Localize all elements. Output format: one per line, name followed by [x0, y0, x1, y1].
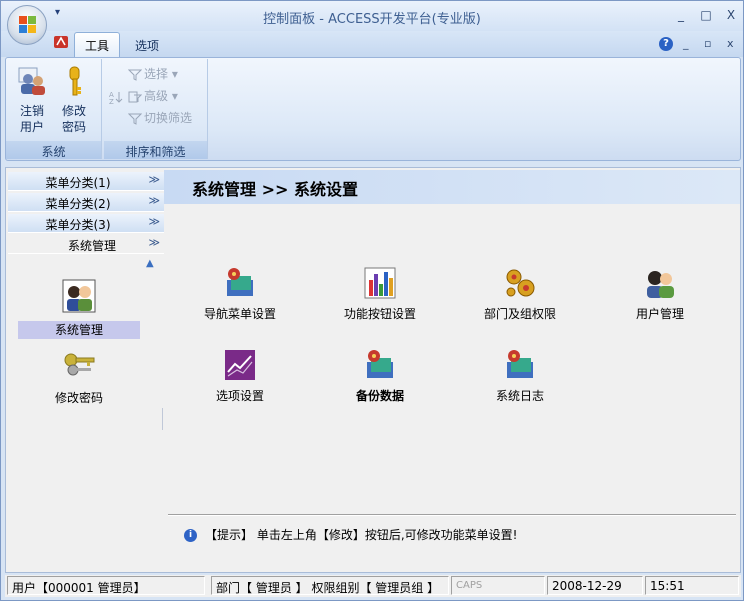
key-icon [69, 66, 81, 96]
scroll-up-icon[interactable]: ▲ [146, 258, 154, 269]
change-password-label-2: 密码 [61, 120, 86, 134]
keys-icon [64, 353, 95, 376]
sidebar-item-change-password[interactable]: 修改密码 [18, 346, 140, 407]
status-user: 用户【000001 管理员】 [7, 576, 205, 595]
sidebar-category-label: 菜单分类(1) [45, 176, 111, 190]
title-bar: ▾ 控制面板 - ACCESS开发平台(专业版) _ □ X [1, 1, 743, 31]
func-dept-group-permissions[interactable]: 部门及组权限 [460, 266, 580, 322]
ribbon-restore-button[interactable]: ▫ [704, 37, 711, 50]
func-label: 部门及组权限 [483, 307, 556, 321]
group-sort-filter-label: 排序和筛选 [104, 141, 207, 159]
sidebar-item-label: 修改密码 [54, 391, 103, 405]
filter-toggle-button[interactable]: 切换筛选 [128, 109, 192, 127]
sidebar: 菜单分类(1) ≫ 菜单分类(2) ≫ 菜单分类(3) ≫ 系统管理 ≫ ▲ 系… [6, 168, 164, 572]
ribbon: 注销 用户 修改 密码 系统 A Z 选择 ▾ 高级 ▾ 切换筛选 排序和筛选 [5, 57, 741, 161]
info-icon: i [184, 529, 197, 542]
office-button[interactable] [7, 5, 47, 45]
status-bar: 用户【000001 管理员】 部门【 管理员 】 权限组别【 管理员组 】 CA… [5, 575, 741, 597]
group-sort-filter: A Z 选择 ▾ 高级 ▾ 切换筛选 排序和筛选 [104, 59, 208, 159]
change-password-label-1: 修改 [61, 104, 86, 118]
sidebar-category-label: 菜单分类(3) [45, 218, 111, 232]
status-time: 15:51 [645, 576, 739, 595]
hint-message: i 【提示】 单击左上角【修改】按钮后,可修改功能菜单设置! [184, 526, 517, 543]
chevron-down-icon: ≫ [148, 173, 160, 186]
users-icon [647, 271, 674, 298]
users-icon [18, 67, 45, 95]
hint-divider [168, 514, 736, 516]
help-icon[interactable]: ? [659, 37, 673, 51]
trend-chart-icon [225, 350, 255, 380]
maximize-button[interactable]: □ [698, 8, 714, 22]
sidebar-category-3[interactable]: 菜单分类(3) ≫ [8, 214, 164, 233]
database-icon [367, 350, 393, 378]
filter-toggle-icon [128, 113, 142, 125]
office-logo-icon [19, 16, 37, 34]
status-caps: CAPS [451, 576, 545, 595]
tab-tools[interactable]: 工具 [74, 32, 120, 57]
main-panel: 系统管理 >> 系统设置 导航菜单设置 功能按钮设置 部门及组权限 用户管理 选… [164, 168, 740, 572]
filter-select-label: 选择 [144, 67, 169, 81]
group-system-label: 系统 [6, 141, 101, 159]
status-date: 2008-12-29 [547, 576, 643, 595]
close-button[interactable]: X [723, 8, 739, 22]
filter-advanced-label: 高级 [144, 89, 169, 103]
app-window: ▾ 控制面板 - ACCESS开发平台(专业版) _ □ X 工具 选项 ? _… [0, 0, 744, 601]
sidebar-category-system[interactable]: 系统管理 ≫ [8, 235, 164, 254]
func-label: 备份数据 [355, 389, 404, 403]
hint-text: 【提示】 单击左上角【修改】按钮后,可修改功能菜单设置! [205, 528, 518, 542]
chevron-down-icon: ≫ [148, 194, 160, 207]
logout-label-2: 用户 [19, 120, 44, 134]
func-system-log[interactable]: 系统日志 [460, 348, 580, 404]
bar-chart-icon [364, 267, 396, 299]
change-password-button[interactable]: 修改 密码 [54, 65, 94, 135]
filter-select-button[interactable]: 选择 ▾ [128, 65, 178, 83]
minimize-button[interactable]: _ [673, 8, 689, 22]
func-label: 功能按钮设置 [343, 307, 416, 321]
sidebar-category-2[interactable]: 菜单分类(2) ≫ [8, 193, 164, 212]
tab-options[interactable]: 选项 [135, 37, 159, 54]
logout-user-button[interactable]: 注销 用户 [12, 65, 52, 135]
filter-toggle-label: 切换筛选 [144, 111, 193, 125]
func-label: 用户管理 [635, 307, 684, 321]
func-button-settings[interactable]: 功能按钮设置 [320, 266, 440, 322]
status-department: 部门【 管理员 】 权限组别【 管理员组 】 [211, 576, 449, 595]
database-icon [227, 268, 253, 296]
page-title: 系统管理 >> 系统设置 [164, 170, 740, 204]
sort-icon: A Z [109, 91, 123, 105]
func-label: 系统日志 [495, 389, 544, 403]
gears-icon [506, 269, 535, 297]
svg-text:Z: Z [109, 98, 114, 105]
sidebar-category-label: 系统管理 [67, 239, 116, 253]
filter-select-icon [128, 69, 142, 81]
chevron-down-icon: ≫ [148, 215, 160, 228]
ribbon-tab-row: 工具 选项 ? _ ▫ x [1, 31, 743, 57]
sidebar-item-system-management[interactable]: 系统管理 [18, 278, 140, 339]
ribbon-close-button[interactable]: x [727, 37, 734, 50]
group-system: 注销 用户 修改 密码 系统 [6, 59, 102, 159]
logout-label-1: 注销 [19, 104, 44, 118]
filter-advanced-button[interactable]: 高级 ▾ [128, 87, 178, 105]
client-area: 菜单分类(1) ≫ 菜单分类(2) ≫ 菜单分类(3) ≫ 系统管理 ≫ ▲ 系… [5, 167, 741, 573]
sidebar-category-label: 菜单分类(2) [45, 197, 111, 211]
func-option-settings[interactable]: 选项设置 [180, 348, 300, 404]
func-backup-data[interactable]: 备份数据 [320, 348, 440, 404]
chevron-down-icon: ≫ [148, 236, 160, 249]
ribbon-minimize-button[interactable]: _ [683, 37, 689, 50]
database-icon [507, 350, 533, 378]
func-user-management[interactable]: 用户管理 [600, 266, 720, 322]
sidebar-category-1[interactable]: 菜单分类(1) ≫ [8, 172, 164, 191]
access-app-icon [54, 36, 68, 48]
func-label: 导航菜单设置 [203, 307, 276, 321]
filter-advanced-icon [128, 91, 142, 102]
func-nav-menu-settings[interactable]: 导航菜单设置 [180, 266, 300, 322]
sidebar-divider [162, 408, 163, 430]
user-admin-icon [62, 279, 96, 313]
window-title: 控制面板 - ACCESS开发平台(专业版) [263, 12, 481, 27]
func-label: 选项设置 [215, 389, 264, 403]
sidebar-item-label: 系统管理 [18, 321, 140, 339]
